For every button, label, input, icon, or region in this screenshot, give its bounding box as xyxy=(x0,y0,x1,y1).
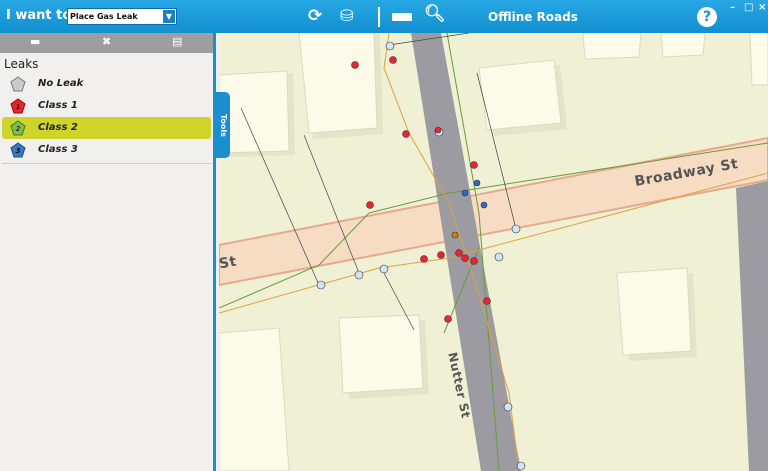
leaks-heading: Leaks xyxy=(4,57,39,71)
sync-icon[interactable]: ⟳ xyxy=(308,6,322,26)
leak-label: Class 1 xyxy=(38,100,78,111)
toolbar-divider xyxy=(378,7,380,27)
tools-tab[interactable]: Tools xyxy=(216,92,230,158)
pentagon-red-icon: 1 xyxy=(10,98,26,114)
task-select-value: Place Gas Leak xyxy=(70,12,138,21)
top-toolbar: I want to: Place Gas Leak ▼ ⟳ ⛁ 🔍︎ Offlin… xyxy=(0,0,768,33)
leak-label: Class 3 xyxy=(38,144,78,155)
layers-icon[interactable]: ▬ xyxy=(30,35,40,48)
chevron-down-icon[interactable]: ▼ xyxy=(163,10,175,23)
broadway-road xyxy=(219,136,768,287)
leak-label: No Leak xyxy=(38,78,84,89)
map-view[interactable]: Broadway St St Nutter St xyxy=(219,33,768,471)
map-title: Offline Roads xyxy=(488,10,578,24)
map-canvas[interactable] xyxy=(219,33,768,471)
svg-text:2: 2 xyxy=(16,125,21,133)
leak-no-leak[interactable]: No Leak xyxy=(2,73,211,95)
close-button[interactable]: × xyxy=(758,2,766,13)
svg-text:1: 1 xyxy=(16,103,21,111)
leak-class-3[interactable]: 3 Class 3 xyxy=(2,139,211,161)
help-button[interactable]: ? xyxy=(697,7,717,27)
leak-class-1[interactable]: 1 Class 1 xyxy=(2,95,211,117)
maximize-button[interactable]: □ xyxy=(744,2,753,13)
leak-class-2[interactable]: 2 Class 2 xyxy=(2,117,211,139)
street-label-st: St xyxy=(219,253,239,273)
minimize-button[interactable]: – xyxy=(730,2,735,13)
search-layer-icon[interactable]: ▤ xyxy=(172,35,182,48)
svg-text:3: 3 xyxy=(16,147,21,155)
task-select[interactable]: Place Gas Leak ▼ xyxy=(67,8,177,25)
tools-icon[interactable]: ✖ xyxy=(102,35,111,48)
side-road xyxy=(736,181,768,471)
leak-label: Class 2 xyxy=(38,122,78,133)
pentagon-gray-icon xyxy=(10,76,26,92)
zoom-in-icon[interactable]: 🔍︎ xyxy=(424,4,446,24)
i-want-to-label: I want to: xyxy=(6,8,77,23)
panel-tabs: ▬ ✖ ▤ xyxy=(0,33,213,53)
side-panel: ▬ ✖ ▤ Leaks No Leak 1 Class 1 2 Class 2 … xyxy=(0,33,216,471)
divider xyxy=(2,163,211,164)
pentagon-blue-icon: 3 xyxy=(10,142,26,158)
pentagon-green-icon: 2 xyxy=(10,120,26,136)
folder-icon[interactable] xyxy=(392,13,412,21)
offline-map-icon[interactable]: ⛁ xyxy=(340,6,353,25)
